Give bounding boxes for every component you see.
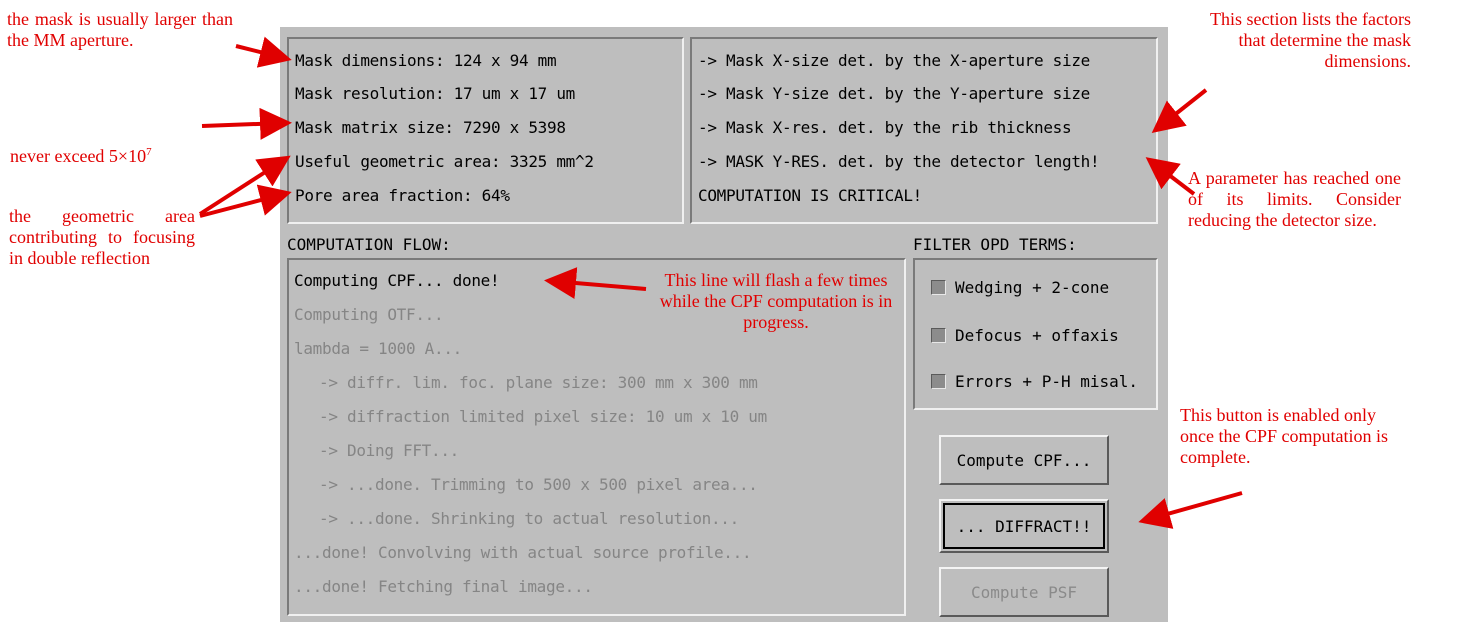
arrow-matrix-size xyxy=(201,107,292,140)
arrow-mask-dimensions xyxy=(235,36,292,68)
arrow-diffract xyxy=(1138,491,1243,529)
annotation-arrows xyxy=(198,36,1243,529)
arrow-flash-line xyxy=(544,267,647,299)
arrow-critical xyxy=(1145,157,1196,196)
arrow-factors xyxy=(1151,88,1208,133)
